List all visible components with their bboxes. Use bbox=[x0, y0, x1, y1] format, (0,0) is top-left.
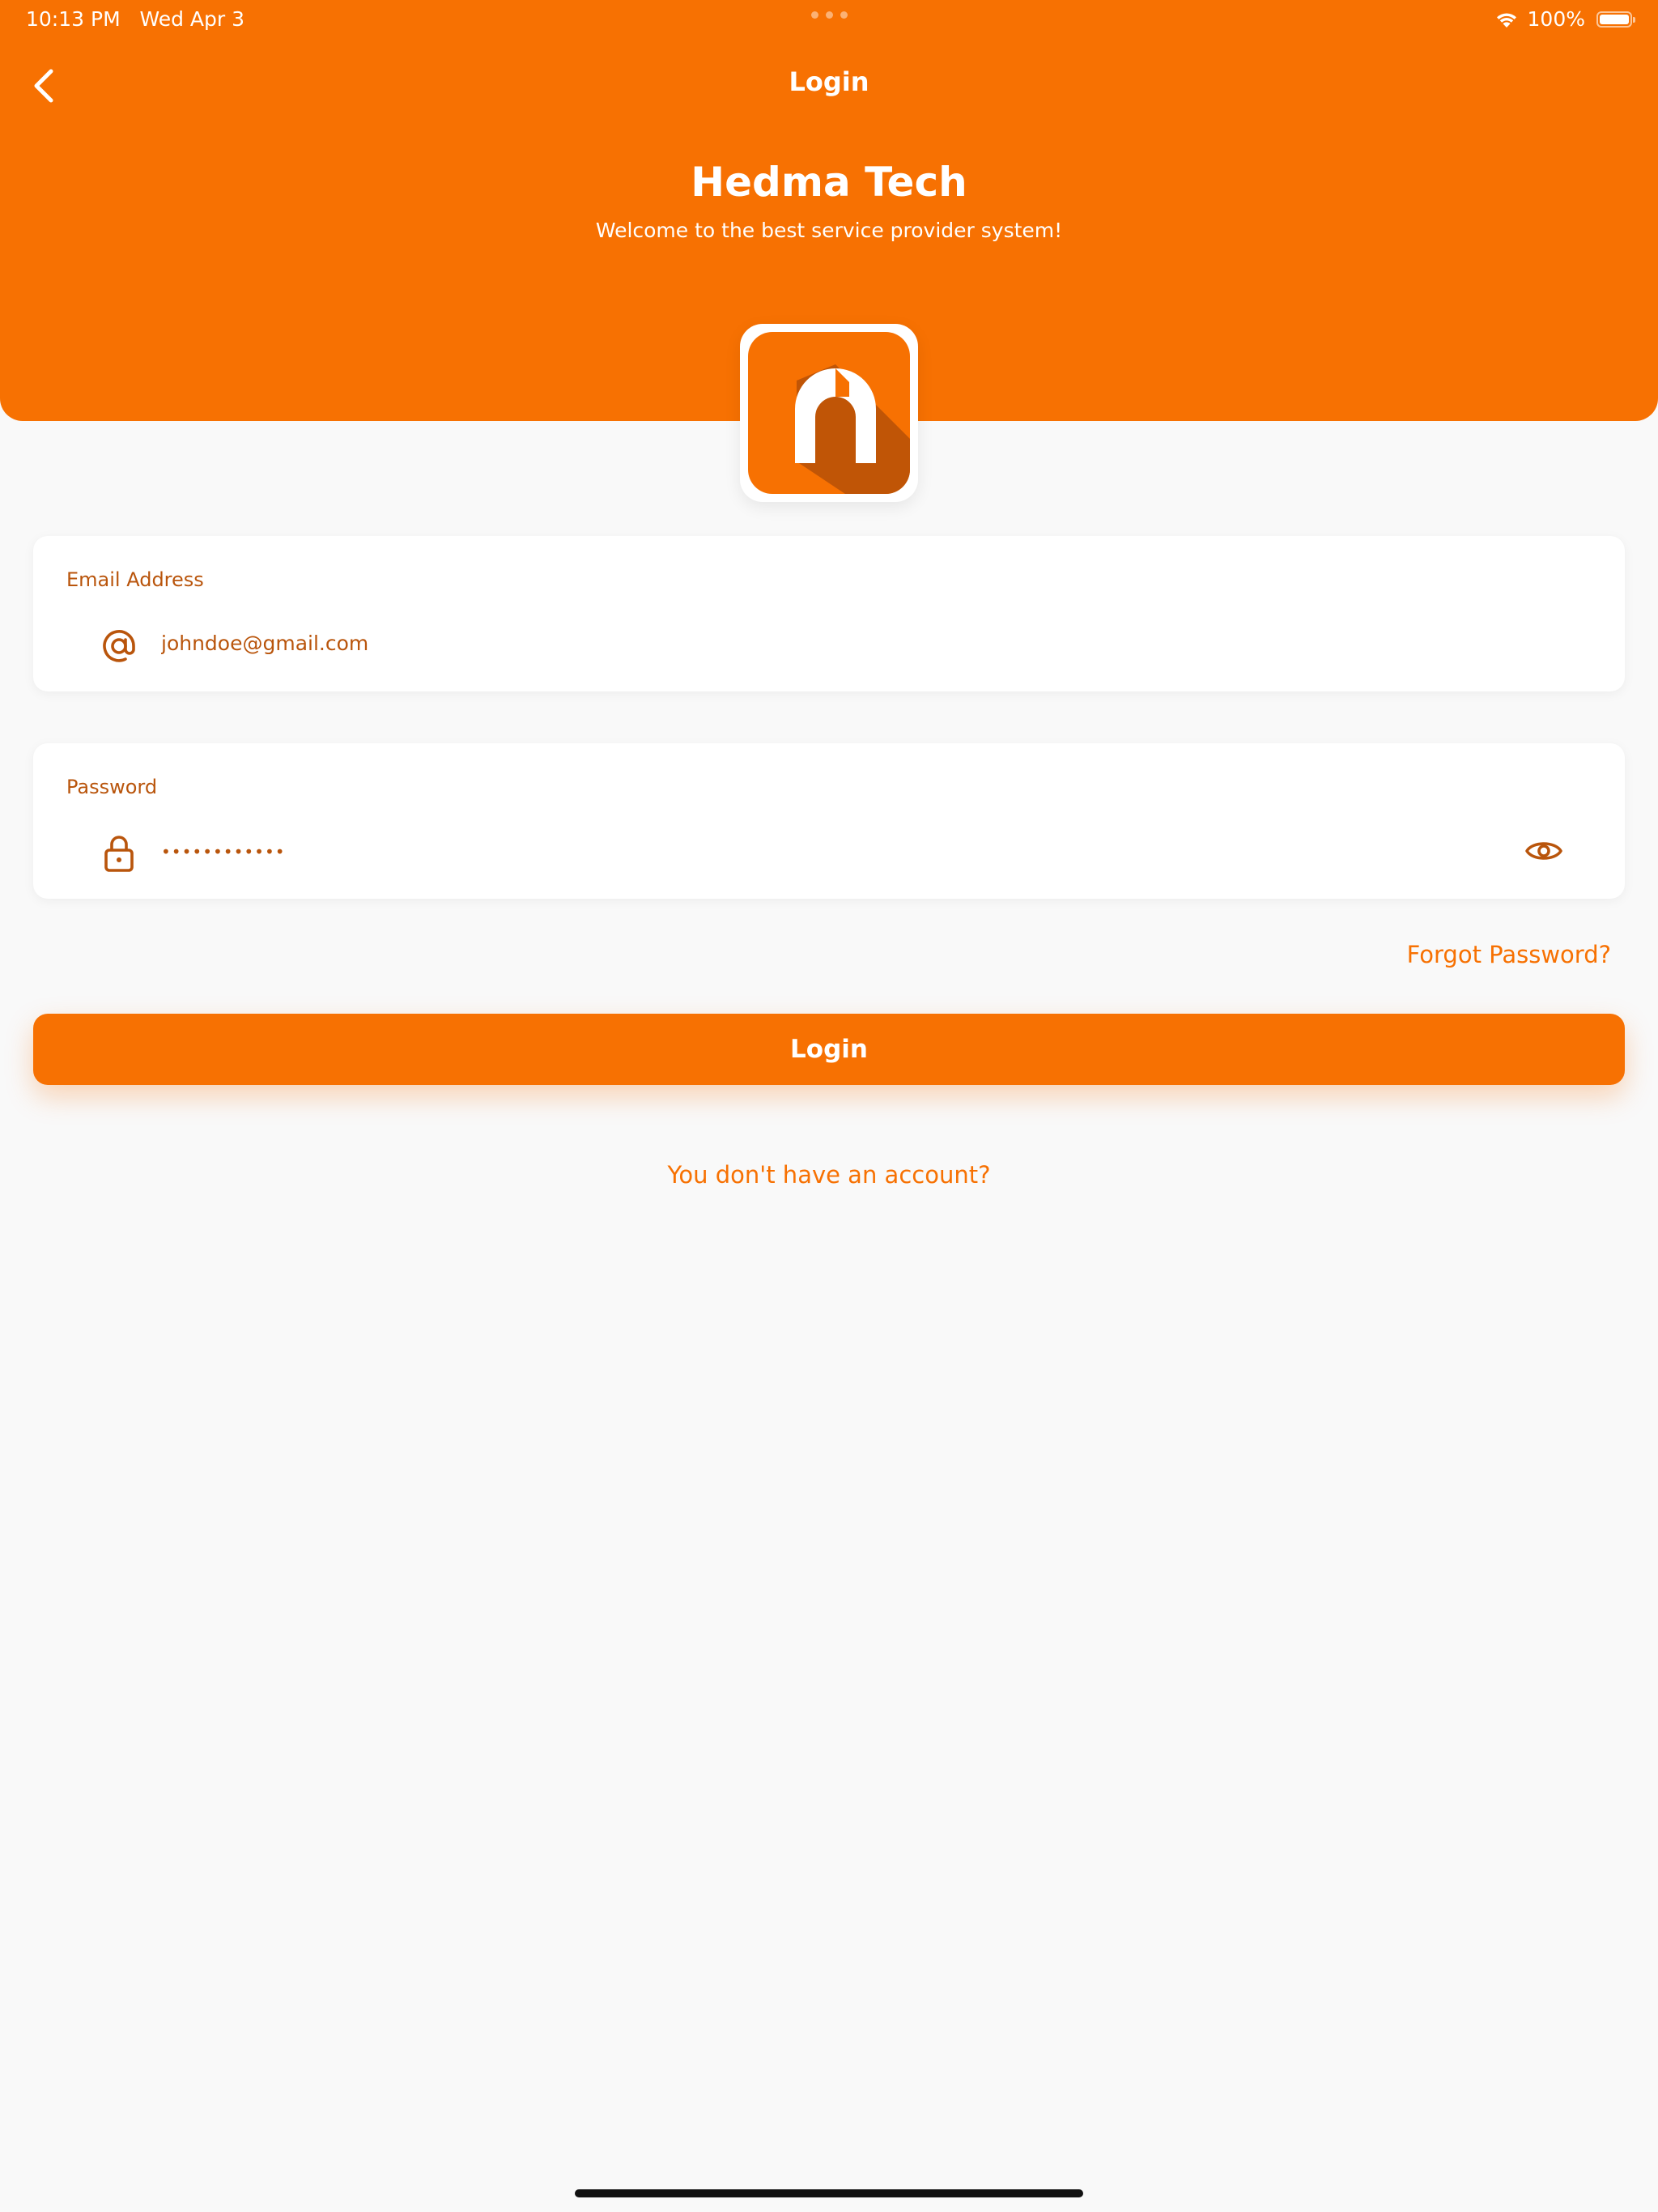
eye-icon bbox=[1525, 842, 1562, 860]
toggle-password-visibility-button[interactable] bbox=[1520, 831, 1568, 871]
status-bar: 10:13 PM Wed Apr 3 100% bbox=[0, 0, 1658, 39]
email-input[interactable] bbox=[161, 632, 1375, 655]
status-time-text: 10:13 PM bbox=[26, 7, 121, 31]
hedma-logo-icon bbox=[748, 332, 910, 494]
brand-subtitle: Welcome to the best service provider sys… bbox=[595, 219, 1063, 242]
nav-title: Login bbox=[789, 66, 869, 97]
wifi-icon bbox=[1496, 12, 1516, 28]
password-label: Password bbox=[66, 776, 158, 798]
status-date-text: Wed Apr 3 bbox=[139, 7, 245, 31]
logo-mark bbox=[748, 332, 910, 494]
battery-percent: 100% bbox=[1527, 7, 1585, 31]
login-button[interactable]: Login bbox=[33, 1014, 1625, 1085]
lock-icon bbox=[98, 832, 140, 874]
battery-icon bbox=[1596, 11, 1635, 28]
multitasking-dots-icon[interactable] bbox=[811, 11, 848, 19]
password-field-card[interactable]: Password •••••••••••• bbox=[33, 743, 1625, 899]
password-input[interactable]: •••••••••••• bbox=[161, 842, 1375, 861]
signup-link[interactable]: You don't have an account? bbox=[0, 1161, 1658, 1189]
at-icon bbox=[98, 625, 140, 667]
email-label: Email Address bbox=[66, 568, 204, 591]
email-field-card[interactable]: Email Address bbox=[33, 536, 1625, 691]
forgot-password-link[interactable]: Forgot Password? bbox=[1407, 941, 1611, 968]
home-indicator[interactable] bbox=[575, 2189, 1083, 2197]
status-indicators: 100% bbox=[1494, 7, 1635, 31]
status-time: 10:13 PM Wed Apr 3 bbox=[26, 7, 244, 31]
brand-title: Hedma Tech bbox=[691, 159, 967, 206]
app-logo bbox=[740, 324, 918, 502]
